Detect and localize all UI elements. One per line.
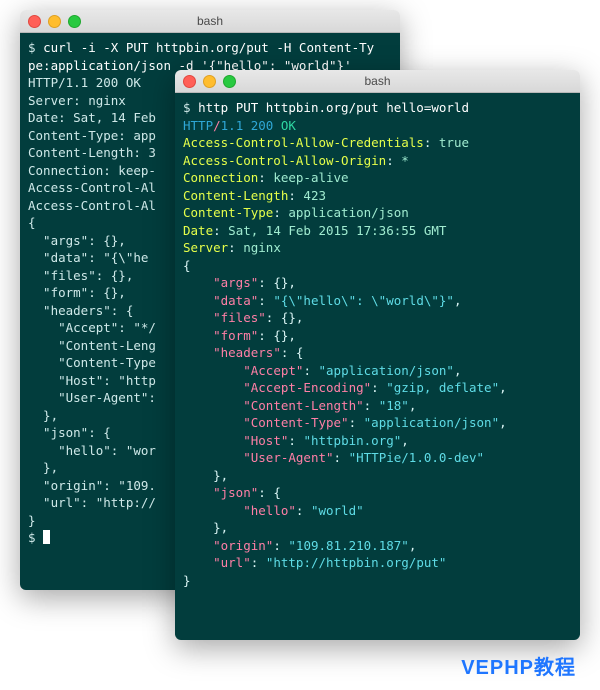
terminal-line: Server: nginx bbox=[183, 239, 572, 257]
terminal-line: "Content-Type": "application/json", bbox=[183, 414, 572, 432]
terminal-line: "origin": "109.81.210.187", bbox=[183, 537, 572, 555]
traffic-lights bbox=[175, 75, 236, 88]
terminal-line: Date: Sat, 14 Feb 2015 17:36:55 GMT bbox=[183, 222, 572, 240]
terminal-body-httpie[interactable]: $ http PUT httpbin.org/put hello=worldHT… bbox=[175, 93, 580, 640]
terminal-line: "url": "http://httpbin.org/put" bbox=[183, 554, 572, 572]
terminal-line: "files": {}, bbox=[183, 309, 572, 327]
terminal-line: "User-Agent": "HTTPie/1.0.0-dev" bbox=[183, 449, 572, 467]
titlebar[interactable]: bash bbox=[175, 70, 580, 93]
cursor bbox=[43, 530, 50, 544]
terminal-line: HTTP/1.1 200 OK bbox=[183, 117, 572, 135]
terminal-line: Access-Control-Allow-Origin: * bbox=[183, 152, 572, 170]
traffic-lights bbox=[20, 15, 81, 28]
titlebar[interactable]: bash bbox=[20, 10, 400, 33]
terminal-line: "headers": { bbox=[183, 344, 572, 362]
terminal-window-httpie[interactable]: bash $ http PUT httpbin.org/put hello=wo… bbox=[175, 70, 580, 640]
terminal-line: { bbox=[183, 257, 572, 275]
terminal-line: }, bbox=[183, 519, 572, 537]
terminal-line: }, bbox=[183, 467, 572, 485]
maximize-icon[interactable] bbox=[68, 15, 81, 28]
terminal-line: "form": {}, bbox=[183, 327, 572, 345]
minimize-icon[interactable] bbox=[203, 75, 216, 88]
terminal-line: "data": "{\"hello\": \"world\"}", bbox=[183, 292, 572, 310]
terminal-line: Content-Type: application/json bbox=[183, 204, 572, 222]
terminal-line: "Content-Length": "18", bbox=[183, 397, 572, 415]
close-icon[interactable] bbox=[183, 75, 196, 88]
terminal-line: "args": {}, bbox=[183, 274, 572, 292]
minimize-icon[interactable] bbox=[48, 15, 61, 28]
close-icon[interactable] bbox=[28, 15, 41, 28]
terminal-line: $ curl -i -X PUT httpbin.org/put -H Cont… bbox=[28, 39, 392, 57]
terminal-line: Connection: keep-alive bbox=[183, 169, 572, 187]
terminal-line: "json": { bbox=[183, 484, 572, 502]
terminal-line: } bbox=[183, 572, 572, 590]
terminal-line: "Accept-Encoding": "gzip, deflate", bbox=[183, 379, 572, 397]
terminal-line: Access-Control-Allow-Credentials: true bbox=[183, 134, 572, 152]
terminal-line: $ http PUT httpbin.org/put hello=world bbox=[183, 99, 572, 117]
maximize-icon[interactable] bbox=[223, 75, 236, 88]
terminal-line: Content-Length: 423 bbox=[183, 187, 572, 205]
branding-text: VEPHP教程 bbox=[461, 651, 576, 680]
terminal-line: "hello": "world" bbox=[183, 502, 572, 520]
terminal-line: "Accept": "application/json", bbox=[183, 362, 572, 380]
terminal-line: "Host": "httpbin.org", bbox=[183, 432, 572, 450]
